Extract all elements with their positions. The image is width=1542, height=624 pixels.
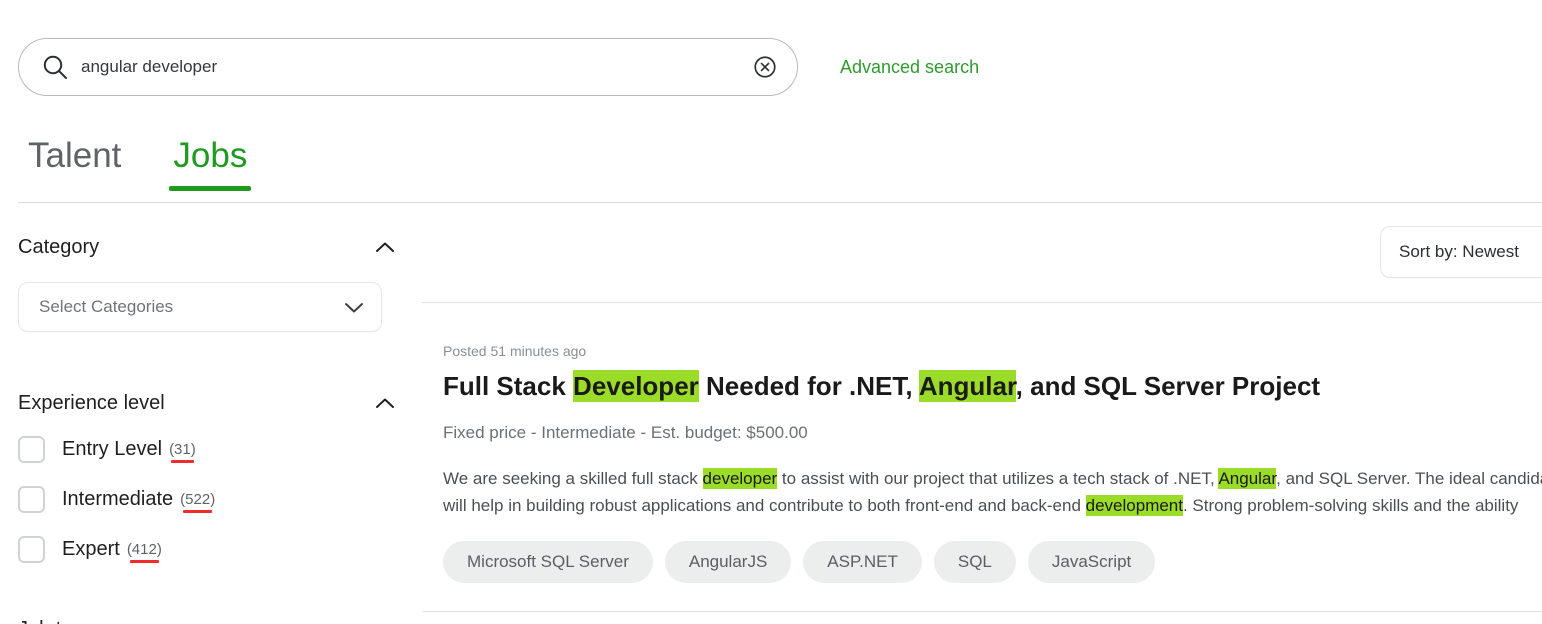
highlighted-term: development: [1085, 494, 1183, 516]
category-select[interactable]: Select Categories: [18, 282, 382, 332]
job-skill-tags: Microsoft SQL Server AngularJS ASP.NET S…: [443, 541, 1542, 584]
skill-tag[interactable]: ASP.NET: [803, 541, 922, 584]
checkbox-label: Expert: [62, 537, 120, 560]
search-icon: [41, 53, 69, 81]
job-search-page: Advanced search Talent Jobs Category Sel…: [0, 0, 1542, 624]
tab-jobs[interactable]: Jobs: [169, 138, 252, 191]
chevron-up-icon[interactable]: [374, 240, 396, 254]
checkbox-count: (522): [180, 490, 216, 513]
filter-section-job-type: Job type: [18, 608, 404, 624]
results-divider-bottom: [422, 611, 1542, 612]
text-run: , and SQL Server Project: [1015, 371, 1321, 401]
checkbox-label: Intermediate: [62, 487, 174, 510]
skill-tag[interactable]: AngularJS: [664, 541, 792, 584]
checkbox-expert[interactable]: Expert (412): [18, 524, 404, 574]
text-run: . Strong problem-solving skills and the …: [1182, 495, 1519, 515]
highlighted-term: Angular: [918, 370, 1016, 402]
clear-search-icon[interactable]: [751, 53, 779, 81]
search-input[interactable]: [81, 39, 751, 95]
job-meta: Fixed price - Intermediate - Est. budget…: [443, 423, 808, 443]
job-title[interactable]: Full Stack Developer Needed for .NET, An…: [443, 370, 1542, 402]
results-column: Sort by: Newest: [422, 226, 1542, 302]
skill-tag[interactable]: Microsoft SQL Server: [443, 541, 653, 584]
experience-level-title: Experience level: [18, 391, 165, 414]
checkbox-box[interactable]: [18, 485, 45, 513]
checkbox-label: Entry Level: [62, 437, 163, 460]
skill-tag[interactable]: SQL: [933, 541, 1016, 584]
checkbox-count: (412): [126, 540, 162, 563]
text-run: We are seeking a skilled full stack: [443, 469, 703, 489]
chevron-up-icon[interactable]: [374, 396, 396, 410]
checkbox-box[interactable]: [18, 435, 45, 463]
filters-sidebar: Category Select Categories Experience le…: [18, 226, 404, 624]
text-run: will help in building robust application…: [443, 495, 1086, 515]
job-description: We are seeking a skilled full stack deve…: [443, 466, 1542, 519]
checkbox-box[interactable]: [18, 535, 45, 563]
checkbox-entry-level[interactable]: Entry Level (31): [18, 424, 404, 474]
tab-talent[interactable]: Talent: [24, 138, 125, 191]
sort-row: Sort by: Newest: [422, 226, 1542, 302]
checkbox-count: (31): [169, 440, 196, 463]
search-box[interactable]: [18, 38, 798, 96]
job-type-title: Job type: [18, 618, 94, 624]
job-description-line: We are seeking a skilled full stack deve…: [443, 466, 1542, 492]
primary-tabs: Talent Jobs: [24, 138, 252, 191]
highlighted-term: developer: [702, 468, 778, 490]
chevron-down-icon: [343, 300, 365, 314]
advanced-search-link[interactable]: Advanced search: [840, 57, 979, 78]
job-posted-time: Posted 51 minutes ago: [443, 343, 587, 359]
sort-by-dropdown[interactable]: Sort by: Newest: [1380, 226, 1542, 278]
job-type-header[interactable]: Job type: [18, 608, 404, 624]
text-run: to assist with our project that utilizes…: [777, 469, 1219, 489]
filter-section-experience: Experience level Entry Level (31) Interm…: [18, 382, 404, 574]
highlighted-term: Developer: [573, 370, 699, 402]
highlighted-term: Angular: [1218, 468, 1277, 490]
checkbox-intermediate[interactable]: Intermediate (522): [18, 474, 404, 524]
category-title: Category: [18, 235, 100, 258]
search-row: Advanced search: [18, 38, 979, 96]
job-description-line: will help in building robust application…: [443, 493, 1542, 519]
job-result-card[interactable]: Posted 51 minutes ago Full Stack Develop…: [443, 343, 1542, 584]
text-run: Full Stack: [443, 371, 574, 401]
text-run: Needed for .NET,: [698, 371, 919, 401]
skill-tag[interactable]: JavaScript: [1027, 541, 1156, 584]
filter-section-category[interactable]: Category: [18, 226, 404, 268]
results-divider-top: [422, 302, 1542, 303]
text-run: , and SQL Server. The ideal candidate: [1276, 469, 1542, 489]
sort-by-label: Sort by: Newest: [1399, 242, 1519, 261]
experience-level-header[interactable]: Experience level: [18, 382, 404, 424]
tabs-divider: [18, 202, 1542, 203]
category-select-placeholder: Select Categories: [39, 297, 174, 316]
